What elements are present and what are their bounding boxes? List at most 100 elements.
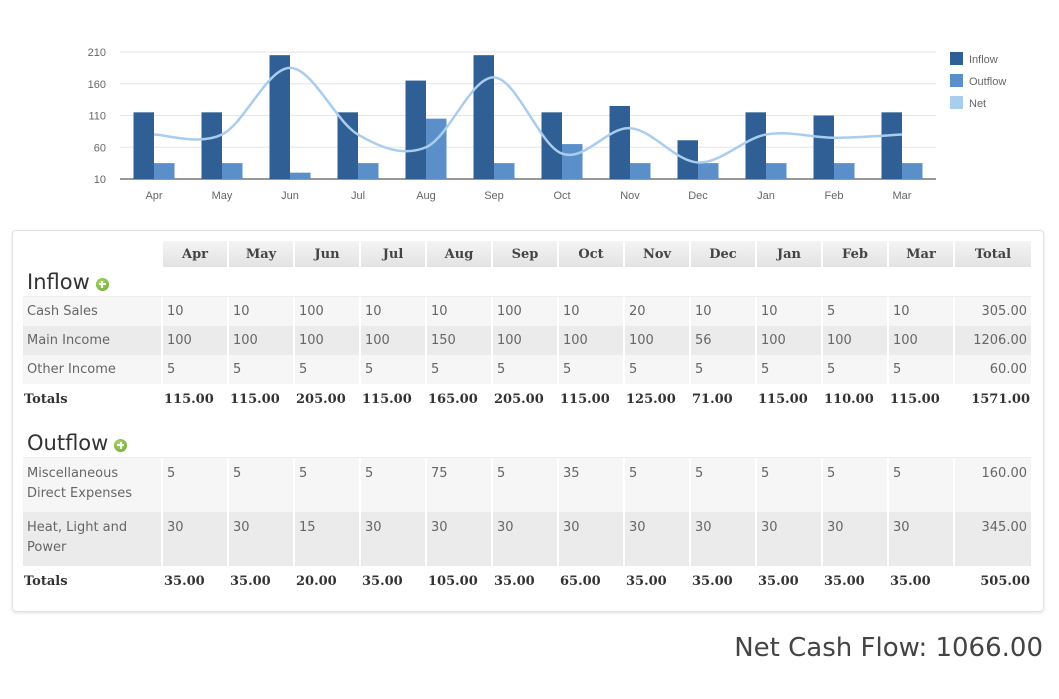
bar-outflow xyxy=(222,163,243,179)
x-tick-label: May xyxy=(212,190,233,202)
bar-outflow xyxy=(426,118,447,179)
y-axis-ticks: 10 60 110 160 210 xyxy=(88,47,106,186)
x-tick-label: Oct xyxy=(553,190,570,202)
net-cash-flow-label: Net Cash Flow: xyxy=(734,633,928,663)
value-cell: 5 xyxy=(361,458,425,512)
column-header-nov: Nov xyxy=(625,241,689,267)
total-cell: 165.00 xyxy=(427,384,491,414)
column-header-aug: Aug xyxy=(427,241,491,267)
row-total: 345.00 xyxy=(955,512,1031,566)
value-cell: 10 xyxy=(559,297,623,326)
bar-outflow xyxy=(902,163,923,179)
total-cell: 115.00 xyxy=(163,384,227,414)
value-cell: 30 xyxy=(691,512,755,566)
x-axis-ticks: Apr May Jun Jul Aug Sep Oct Nov Dec Jan Feb Mar xyxy=(145,190,911,202)
value-cell: 5 xyxy=(823,355,887,384)
y-tick-label: 110 xyxy=(88,111,106,123)
total-cell: 115.00 xyxy=(889,384,953,414)
total-cell: 35.00 xyxy=(691,566,755,596)
value-cell: 100 xyxy=(163,326,227,355)
x-tick-label: Mar xyxy=(893,190,912,202)
value-cell: 30 xyxy=(361,512,425,566)
value-cell: 75 xyxy=(427,458,491,512)
totals-label: Totals xyxy=(23,384,161,414)
value-cell: 30 xyxy=(757,512,821,566)
row-total: 160.00 xyxy=(955,458,1031,512)
bar-inflow xyxy=(269,55,290,179)
y-tick-label: 160 xyxy=(88,79,106,91)
outflow-section-title: Outflow xyxy=(27,430,109,455)
table-row: Other Income 5 5 5 5 5 5 5 5 5 5 5 5 60.00 xyxy=(23,355,1031,384)
row-label: Cash Sales xyxy=(23,297,161,326)
add-outflow-plus-icon[interactable] xyxy=(114,438,128,452)
bar-outflow xyxy=(698,163,719,179)
x-tick-label: Sep xyxy=(484,190,504,202)
bar-outflow xyxy=(834,163,855,179)
y-tick-label: 10 xyxy=(94,174,106,186)
outflow-section-title-cell: Outflow xyxy=(23,428,1031,458)
value-cell: 30 xyxy=(823,512,887,566)
column-header-sep: Sep xyxy=(493,241,557,267)
cash-flow-chart: 10 60 110 160 210 Apr May Jun Jul Aug Sep Oct Nov De… xyxy=(88,47,1007,202)
x-tick-label: Nov xyxy=(620,190,640,202)
net-cash-flow-value: 1066.00 xyxy=(935,633,1043,663)
row-label: Main Income xyxy=(23,326,161,355)
value-cell: 10 xyxy=(229,297,293,326)
value-cell: 30 xyxy=(427,512,491,566)
bar-outflow xyxy=(766,163,787,179)
bar-inflow xyxy=(813,115,834,179)
y-tick-label: 210 xyxy=(88,47,106,59)
value-cell: 5 xyxy=(229,458,293,512)
add-inflow-plus-icon[interactable] xyxy=(95,277,109,291)
value-cell: 10 xyxy=(757,297,821,326)
bar-outflow xyxy=(290,172,311,179)
value-cell: 5 xyxy=(295,458,359,512)
total-cell: 35.00 xyxy=(163,566,227,596)
outflow-totals-row: Totals 35.00 35.00 20.00 35.00 105.00 35.00 65.… xyxy=(23,566,1031,596)
bar-outflow xyxy=(630,163,651,179)
value-cell: 10 xyxy=(427,297,491,326)
value-cell: 150 xyxy=(427,326,491,355)
bar-inflow xyxy=(337,112,358,179)
value-cell: 100 xyxy=(823,326,887,355)
value-cell: 5 xyxy=(889,458,953,512)
column-header-may: May xyxy=(229,241,293,267)
legend-swatch-outflow xyxy=(950,74,963,87)
value-cell: 100 xyxy=(757,326,821,355)
total-cell: 35.00 xyxy=(823,566,887,596)
total-cell: 20.00 xyxy=(295,566,359,596)
total-cell: 35.00 xyxy=(493,566,557,596)
bar-inflow xyxy=(473,55,494,179)
y-tick-label: 60 xyxy=(94,142,106,154)
value-cell: 5 xyxy=(889,355,953,384)
bar-outflow xyxy=(494,163,515,179)
legend-label-outflow: Outflow xyxy=(969,76,1006,88)
bar-inflow xyxy=(881,112,902,179)
total-cell: 205.00 xyxy=(493,384,557,414)
value-cell: 5 xyxy=(625,458,689,512)
value-cell: 30 xyxy=(229,512,293,566)
total-cell: 125.00 xyxy=(625,384,689,414)
table-row: Cash Sales 10 10 100 10 10 100 10 20 10 10 5 10 305.0… xyxy=(23,297,1031,326)
legend-swatch-net xyxy=(950,96,963,109)
value-cell: 5 xyxy=(757,458,821,512)
total-cell: 35.00 xyxy=(757,566,821,596)
x-tick-label: Feb xyxy=(825,190,844,202)
inflow-section-title: Inflow xyxy=(27,269,90,294)
value-cell: 10 xyxy=(163,297,227,326)
value-cell: 30 xyxy=(163,512,227,566)
bar-outflow xyxy=(562,144,583,179)
row-label: Other Income xyxy=(23,355,161,384)
column-header-total: Total xyxy=(955,241,1031,267)
bar-inflow xyxy=(745,112,766,179)
value-cell: 5 xyxy=(757,355,821,384)
total-cell: 71.00 xyxy=(691,384,755,414)
cash-flow-table-card: Apr May Jun Jul Aug Sep Oct Nov Dec Jan Feb Mar Tota… xyxy=(12,230,1044,612)
value-cell: 5 xyxy=(229,355,293,384)
row-label: Heat, Light and Power xyxy=(23,512,161,566)
grand-total: 1571.00 xyxy=(955,384,1031,414)
value-cell: 100 xyxy=(493,326,557,355)
value-cell: 5 xyxy=(823,458,887,512)
inflow-totals-row: Totals 115.00 115.00 205.00 115.00 165.00 205.… xyxy=(23,384,1031,414)
total-cell: 110.00 xyxy=(823,384,887,414)
